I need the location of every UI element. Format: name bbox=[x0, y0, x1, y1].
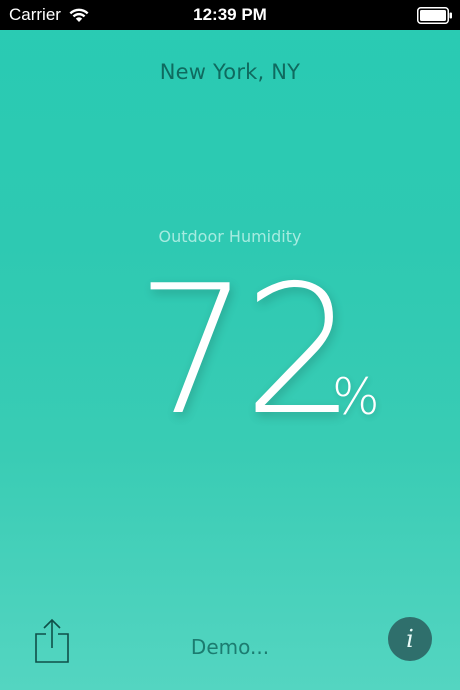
app-screen: Carrier 12:39 PM New York, NY Outdoor Hu… bbox=[0, 0, 460, 690]
battery-icon bbox=[417, 7, 453, 24]
status-bar: Carrier 12:39 PM bbox=[0, 0, 460, 30]
humidity-unit: % bbox=[332, 368, 380, 426]
metric-label: Outdoor Humidity bbox=[158, 227, 302, 246]
city-title: New York, NY bbox=[159, 60, 301, 84]
info-icon: i bbox=[406, 625, 414, 653]
humidity-value: 72 bbox=[136, 247, 356, 454]
info-button[interactable]: i bbox=[388, 617, 432, 661]
status-time: 12:39 PM bbox=[193, 5, 267, 24]
